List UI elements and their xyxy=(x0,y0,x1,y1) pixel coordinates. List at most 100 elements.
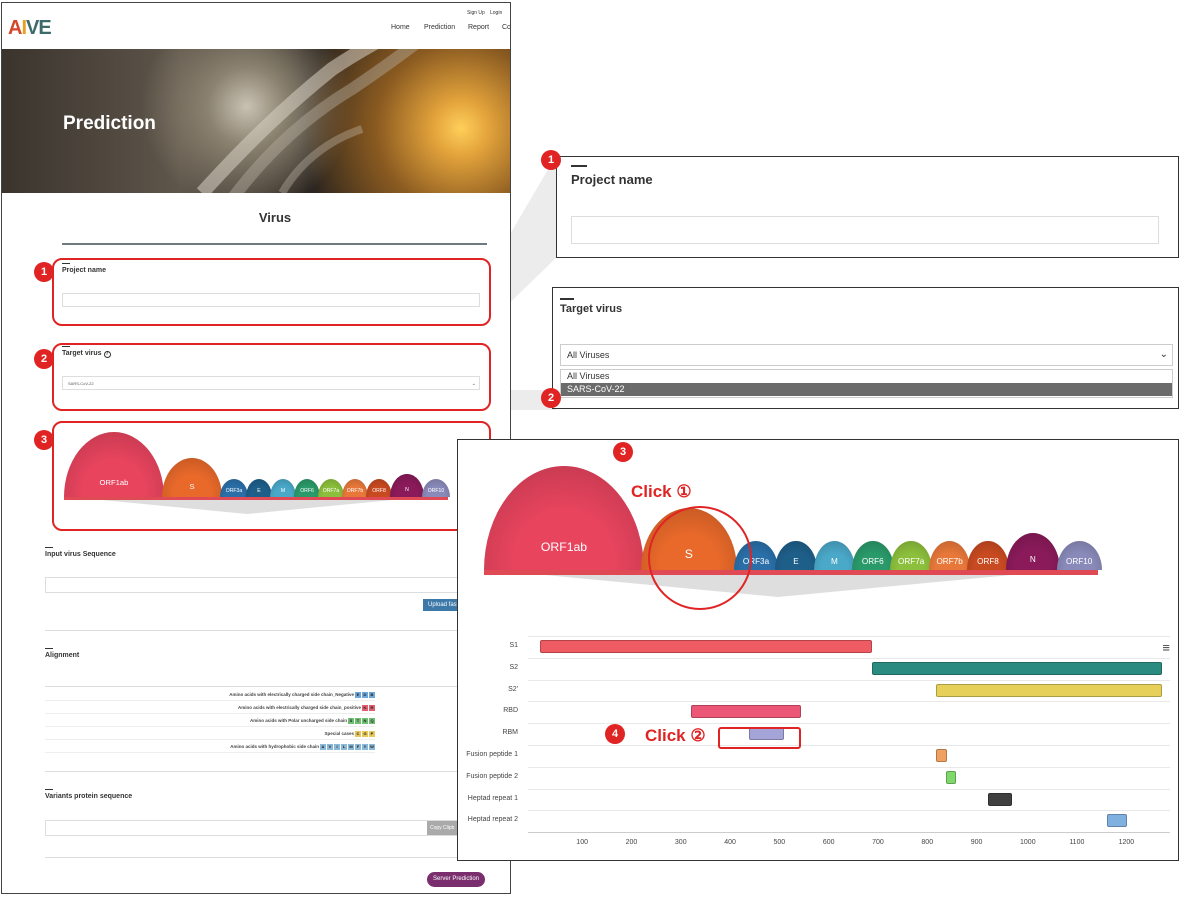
help-icon[interactable]: ? xyxy=(103,351,111,358)
track-gridline xyxy=(528,745,1170,746)
gene-s-button[interactable]: S xyxy=(162,458,222,497)
nav-prediction[interactable]: Prediction xyxy=(424,24,455,31)
gene-orf1ab-button[interactable]: ORF1ab xyxy=(484,466,644,570)
track-label: RBD xyxy=(503,707,518,715)
track-gridline xyxy=(528,810,1170,812)
step-badge-2-zoom: 2 xyxy=(541,388,561,408)
gene-n-button[interactable]: N xyxy=(1005,532,1060,570)
zoom-panel-genome-chart: ORF1ab S ORF3a E M ORF6 ORF7a ORF7b ORF8 N ORF10 S… xyxy=(457,439,1179,861)
gene-label: ORF7b xyxy=(346,488,364,495)
gene-orf7a-button[interactable]: ORF7a xyxy=(318,478,344,497)
zoom-project-name-input[interactable] xyxy=(571,216,1159,244)
gene-label: N xyxy=(1029,555,1036,565)
zoom-project-name-label: Project name xyxy=(571,172,653,187)
x-axis-line xyxy=(528,832,1170,834)
gene-orf7b-button[interactable]: ORF7b xyxy=(928,540,971,570)
domain-bar-s1[interactable] xyxy=(540,640,872,653)
gene-e-button[interactable]: E xyxy=(775,540,817,570)
domain-bar-fusion-peptide-1[interactable] xyxy=(936,749,947,762)
gene-orf7b-button[interactable]: ORF7b xyxy=(342,478,368,497)
amino-acid-chip: V xyxy=(327,743,333,750)
separator xyxy=(45,857,510,858)
zoom-panel-target-virus: Target virus All Viruses ⌄ All Viruses S… xyxy=(552,287,1179,409)
amino-acid-chip: G xyxy=(362,730,368,737)
hamburger-menu-icon[interactable]: ≡ xyxy=(1162,640,1170,655)
alignment-label: Alignment xyxy=(45,652,80,659)
x-tick-label: 300 xyxy=(674,839,687,847)
gene-n-button[interactable]: N xyxy=(390,473,424,497)
click-box-rbm xyxy=(718,727,801,749)
server-prediction-button[interactable]: Server Prediction xyxy=(427,872,485,887)
gene-orf8-button[interactable]: ORF8 xyxy=(967,540,1009,570)
domain-bar-s2-[interactable] xyxy=(936,683,1162,697)
variants-label: Variants protein sequence xyxy=(45,793,133,800)
gene-label: ORF7a xyxy=(898,556,925,566)
x-tick-label: 500 xyxy=(773,839,786,847)
gene-orf1ab-button[interactable]: ORF1ab xyxy=(64,432,164,497)
domain-bar-heptad-repeat-1[interactable] xyxy=(987,792,1013,806)
aive-logo[interactable]: AIVE xyxy=(8,17,52,40)
section-divider xyxy=(62,243,487,245)
track-gridline xyxy=(528,723,1170,725)
gene-m-button[interactable]: M xyxy=(270,478,296,497)
amino-acid-chip: E xyxy=(355,691,361,698)
gene-orf6-button[interactable]: ORF6 xyxy=(852,540,894,570)
domain-bar-fusion-peptide-2[interactable] xyxy=(945,770,956,784)
zoom-target-virus-select[interactable]: All Viruses ⌄ xyxy=(560,344,1173,366)
x-tick-label: 200 xyxy=(625,839,638,847)
gene-label: E xyxy=(793,556,799,566)
gene-label: ORF8 xyxy=(372,488,386,495)
click-circle-s-gene xyxy=(648,506,752,610)
gene-label: ORF1ab xyxy=(540,540,588,555)
gene-e-button[interactable]: E xyxy=(246,478,272,497)
gene-m-button[interactable]: M xyxy=(813,540,856,570)
amino-acid-chip: D xyxy=(362,691,368,698)
gene-label: ORF1ab xyxy=(99,478,129,488)
domain-bar-heptad-repeat-2[interactable] xyxy=(1107,814,1127,828)
amino-acid-chip: K xyxy=(362,704,368,711)
gene-orf8-button[interactable]: ORF8 xyxy=(366,478,392,497)
track-gridline xyxy=(528,788,1170,790)
gene-orf7a-button[interactable]: ORF7a xyxy=(890,540,932,570)
amino-acid-chip: Y xyxy=(362,743,368,750)
chevron-down-icon: ⌄ xyxy=(471,381,476,387)
amino-acid-chip: L xyxy=(341,743,347,750)
label-tick xyxy=(45,648,53,649)
x-tick-label: 400 xyxy=(724,839,736,847)
x-tick-label: 1000 xyxy=(1020,839,1036,847)
gene-orf10-button[interactable]: ORF10 xyxy=(422,478,450,497)
login-link[interactable]: Login xyxy=(490,10,502,16)
option-sars-cov-22[interactable]: SARS-CoV-22 xyxy=(561,383,1172,396)
signup-link[interactable]: Sign Up xyxy=(467,10,485,16)
track-gridline xyxy=(528,701,1170,703)
legend-text: Special cases xyxy=(324,731,354,736)
domain-bar-rbd[interactable] xyxy=(691,705,801,719)
input-sequence-label: Input virus Sequence xyxy=(45,551,116,558)
gene-label: ORF6 xyxy=(861,556,884,566)
step-badge-1: 1 xyxy=(34,262,54,282)
genome-map-small: ORF1ab S ORF3a E M ORF6 ORF7a ORF7b ORF8 N ORF10 xyxy=(64,431,484,521)
gene-orf6-button[interactable]: ORF6 xyxy=(294,478,320,497)
chevron-down-icon: ⌄ xyxy=(1159,349,1168,360)
label-tick xyxy=(62,346,70,347)
gene-label: ORF10 xyxy=(1066,556,1093,566)
option-all-viruses[interactable]: All Viruses xyxy=(561,370,1172,383)
target-virus-select[interactable]: SARS-CoV-22 ⌄ xyxy=(62,376,480,390)
sequence-input[interactable] xyxy=(45,577,510,593)
step-badge-3-zoom: 3 xyxy=(613,442,633,462)
separator xyxy=(45,630,510,631)
label-tick xyxy=(45,789,53,790)
project-name-input[interactable] xyxy=(62,293,480,307)
domain-bar-s2[interactable] xyxy=(872,661,1162,675)
gene-label: N xyxy=(405,487,409,494)
gene-orf10-button[interactable]: ORF10 xyxy=(1056,540,1102,570)
track-label: Heptad repeat 2 xyxy=(467,816,518,824)
gene-label: ORF7b xyxy=(936,556,963,566)
gene-orf3a-button[interactable]: ORF3a xyxy=(220,478,248,497)
track-label: S1 xyxy=(509,642,518,649)
amino-acid-chip: S xyxy=(348,717,354,724)
genome-shadow xyxy=(102,500,393,514)
nav-home[interactable]: Home xyxy=(391,24,410,31)
nav-report[interactable]: Report xyxy=(468,24,489,31)
nav-more[interactable]: Co xyxy=(502,24,510,31)
